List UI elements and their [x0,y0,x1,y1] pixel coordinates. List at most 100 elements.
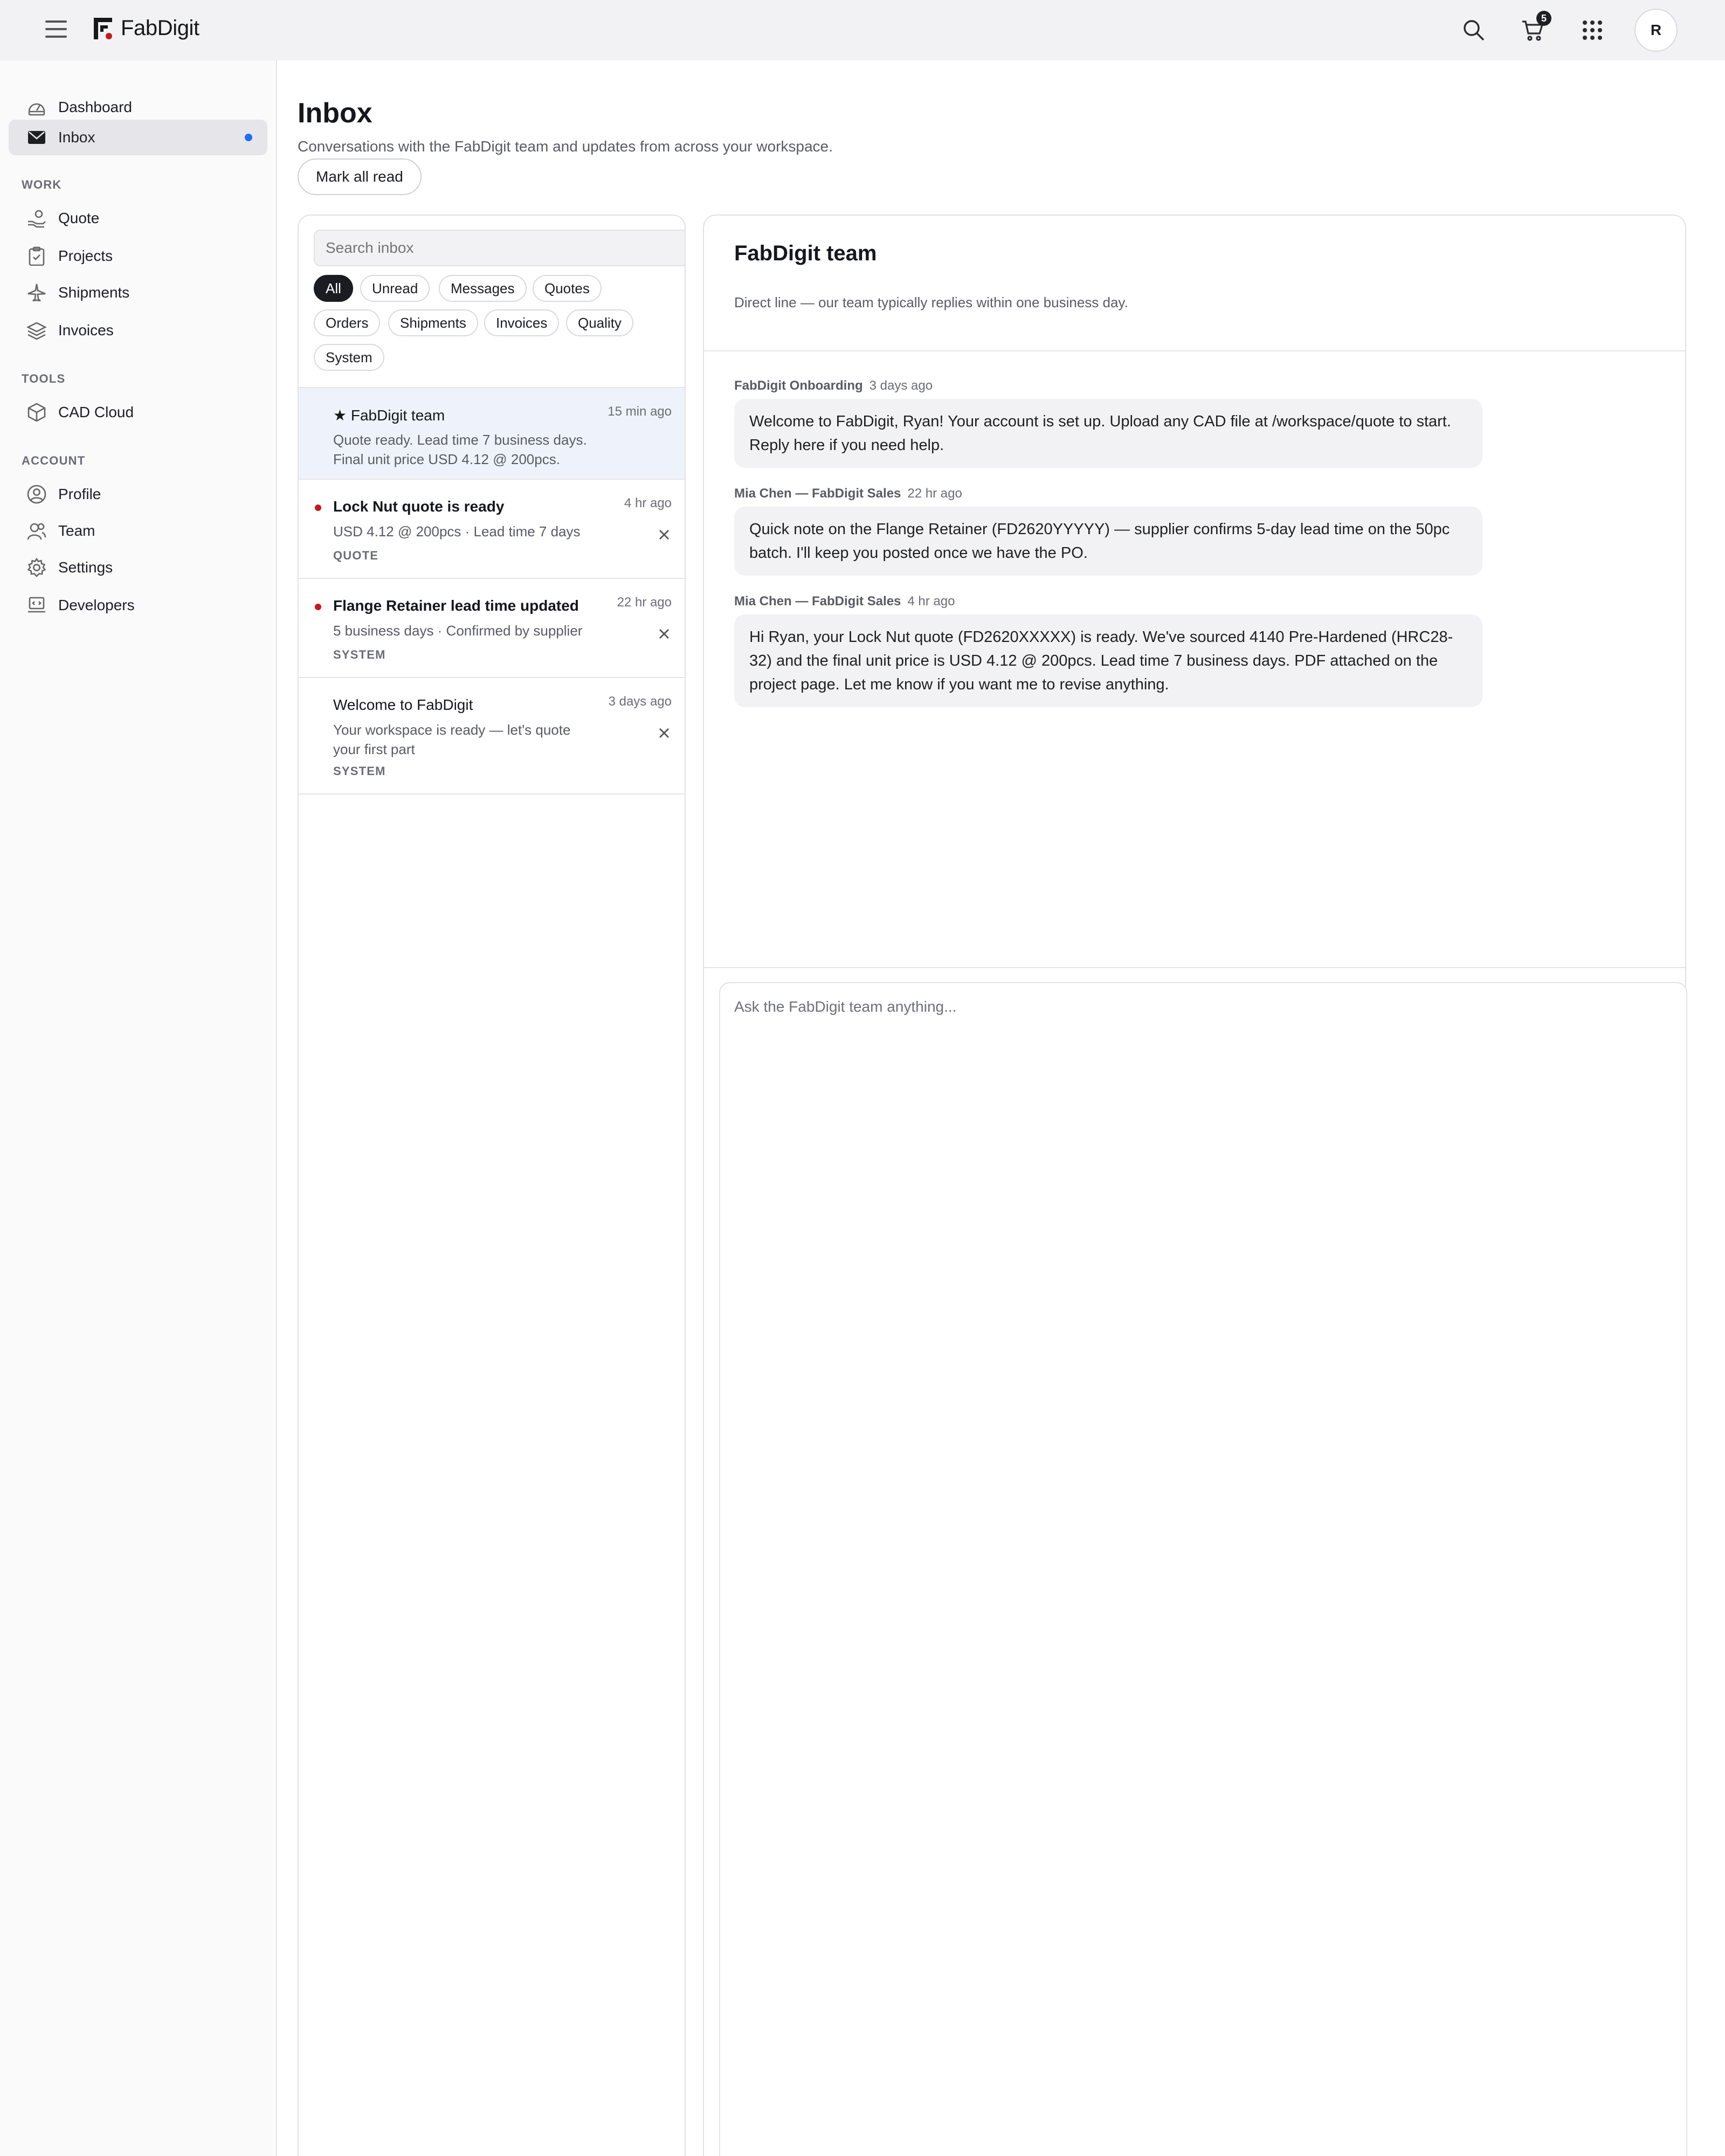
conversation-tag: SYSTEM [333,764,386,778]
filter-chip-system[interactable]: System [314,344,384,371]
sidebar-item-settings[interactable]: Settings [9,550,267,585]
unread-dot [315,604,321,610]
message-sender: FabDigit Onboarding [734,378,863,393]
grid-apps-icon[interactable] [1571,9,1614,52]
cart-icon[interactable]: 5 [1512,9,1555,52]
sidebar-item-projects[interactable]: Projects [9,238,267,274]
filter-chip-invoices[interactable]: Invoices [484,309,560,336]
plane-icon [27,283,46,302]
conversation-item-flange-retainer[interactable]: Flange Retainer lead time updated 22 hr … [299,578,685,677]
clipboard-icon [27,246,46,266]
conversation-preview: USD 4.12 @ 200pcs · Lead time 7 days [333,523,581,540]
dashboard-gauge-icon [27,98,46,117]
message-input[interactable] [720,983,1686,1091]
filter-chip-shipments[interactable]: Shipments [388,309,478,336]
message-sender: Mia Chen — FabDigit Sales [734,486,901,501]
message-meta: Mia Chen — FabDigit Sales 22 hr ago [734,486,962,501]
composer-divider [704,967,1685,968]
sidebar-item-shipments[interactable]: Shipments [9,275,267,310]
section-label-work: WORK [22,178,62,191]
section-label-tools: TOOLS [22,372,66,385]
sidebar-item-label: Team [58,522,95,539]
user-avatar[interactable]: R [1634,9,1678,52]
thread-header: FabDigit team Direct line — our team typ… [704,216,1685,351]
filter-chip-quotes[interactable]: Quotes [533,275,602,302]
sidebar-item-label: Quote [58,210,100,226]
gear-icon [27,558,46,577]
conversation-time: 22 hr ago [617,595,672,610]
code-laptop-icon [27,596,46,615]
page-subtitle: Conversations with the FabDigit team and… [298,138,833,155]
sidebar-item-label: Developers [58,597,135,613]
conversation-title: Flange Retainer lead time updated [333,597,579,614]
sidebar-item-label: Invoices [58,322,114,338]
search-inbox-input[interactable] [314,230,685,266]
conversation-item-lock-nut[interactable]: Lock Nut quote is ready 4 hr ago USD 4.1… [299,479,685,578]
sidebar-item-label: Shipments [58,284,130,301]
sidebar-item-label: Projects [58,247,113,264]
conversation-title: Welcome to FabDigit [333,696,473,713]
thread-panel: FabDigit team Direct line — our team typ… [703,215,1687,2156]
unread-dot [315,505,321,511]
cart-count-badge: 5 [1536,11,1551,26]
filter-chip-unread[interactable]: Unread [360,275,430,302]
message-time: 4 hr ago [907,594,955,609]
sidebar-item-label: Inbox [58,129,95,146]
dismiss-close-icon[interactable] [657,527,672,542]
unread-indicator [245,134,252,141]
conversation-title: ★ FabDigit team [333,407,445,424]
page-title: Inbox [298,98,372,129]
layers-icon [27,321,46,340]
user-circle-icon [27,485,46,504]
sidebar-item-cad-cloud[interactable]: CAD Cloud [9,395,267,430]
brand-mark-icon [93,17,114,40]
conversation-time: 4 hr ago [624,496,672,510]
sidebar: Dashboard Inbox WORK Quote Projects Ship… [0,60,277,2156]
sidebar-item-label: Profile [58,486,101,502]
message-meta: Mia Chen — FabDigit Sales 4 hr ago [734,594,955,609]
top-bar: FabDigit 5 R [0,0,1725,60]
conversation-list-panel: All Unread Messages Quotes Orders Shipme… [298,215,686,2156]
filter-chip-orders[interactable]: Orders [314,309,381,336]
message-time: 22 hr ago [907,486,962,501]
sidebar-item-team[interactable]: Team [9,513,267,549]
thread-subtitle: Direct line — our team typically replies… [734,294,1128,310]
dismiss-close-icon[interactable] [657,626,672,641]
conversation-time: 3 days ago [608,694,672,709]
filter-chip-quality[interactable]: Quality [566,309,633,336]
brand-name: FabDigit [121,16,199,40]
conversation-tag: QUOTE [333,549,379,562]
message-time: 3 days ago [869,378,933,393]
users-icon [27,521,46,541]
dismiss-close-icon[interactable] [657,725,672,741]
top-actions: 5 R [1436,9,1678,52]
search-icon[interactable] [1452,9,1495,52]
sidebar-item-profile[interactable]: Profile [9,476,267,512]
sidebar-item-inbox[interactable]: Inbox [9,120,267,155]
section-label-account: ACCOUNT [22,454,86,467]
sidebar-item-label: CAD Cloud [58,404,134,420]
brand-logo[interactable]: FabDigit [93,16,199,40]
filter-chip-messages[interactable]: Messages [439,275,527,302]
message-composer [719,982,1687,2156]
message-sender: Mia Chen — FabDigit Sales [734,594,901,609]
sidebar-item-invoices[interactable]: Invoices [9,313,267,348]
sidebar-item-label: Settings [58,559,113,576]
sidebar-item-quote[interactable]: Quote [9,201,267,236]
cube-icon [27,403,46,422]
mark-all-read-button[interactable]: Mark all read [298,158,422,195]
conversation-item-welcome[interactable]: Welcome to FabDigit 3 days ago Your work… [299,677,685,794]
hamburger-menu-icon[interactable] [45,20,67,40]
conversation-time: 15 min ago [608,404,672,419]
hand-coin-icon [27,209,46,228]
conversation-preview: Your workspace is ready — let's quote yo… [333,722,571,757]
conversation-preview: Quote ready. Lead time 7 business days. … [333,432,587,467]
conversation-tag: SYSTEM [333,648,386,661]
filter-chip-all[interactable]: All [314,275,353,302]
conversation-preview: 5 business days · Confirmed by supplier [333,623,583,639]
message-bubble: Quick note on the Flange Retainer (FD262… [734,507,1482,576]
sidebar-item-developers[interactable]: Developers [9,588,267,623]
message-bubble: Welcome to FabDigit, Ryan! Your account … [734,399,1482,468]
conversation-item-fabdigit-team[interactable]: ★ FabDigit team 15 min ago Quote ready. … [299,387,685,479]
thread-title: FabDigit team [734,241,877,265]
